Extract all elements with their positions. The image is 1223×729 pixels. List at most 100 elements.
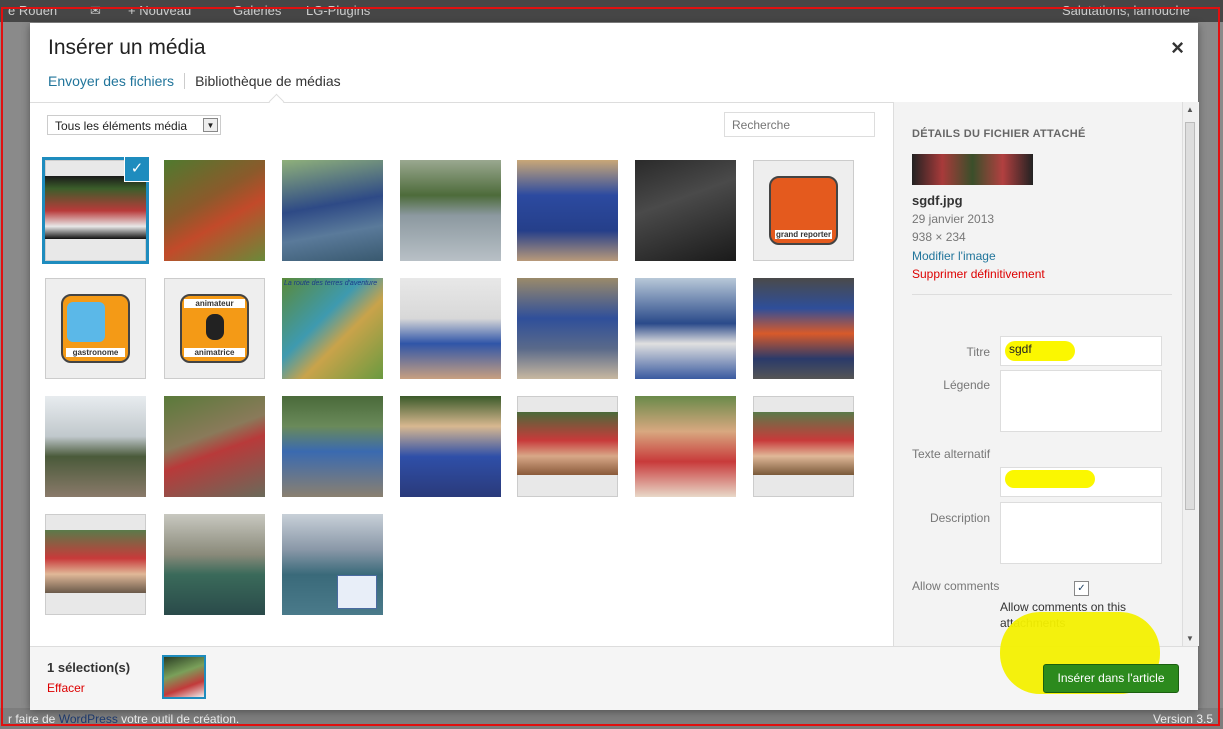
scroll-down-icon[interactable]: ▼ [1186,634,1194,643]
gastronome-icon-label: gastronome [66,348,125,357]
alt-highlight [1005,470,1095,488]
media-thumbnail[interactable] [635,396,736,497]
footer-suffix: votre outil de création. [117,712,240,726]
admin-footer: r faire de WordPress votre outil de créa… [0,708,1223,729]
media-thumbnail[interactable] [45,514,146,615]
title-value: sgdf [1009,342,1032,356]
galeries-menu[interactable]: Galeries [233,3,281,18]
comment-icon[interactable]: ✉ [90,3,101,19]
media-thumbnail[interactable] [282,160,383,261]
media-thumbnail[interactable] [753,396,854,497]
animatrice-icon-label: animatrice [184,348,245,357]
edit-image-link[interactable]: Modifier l'image [912,249,996,263]
reporter-icon-label: grand reporter [775,230,832,239]
reporter-icon: grand reporter [769,176,838,245]
scroll-up-icon[interactable]: ▲ [1186,105,1194,114]
media-thumbnail[interactable]: animateur animatrice [164,278,265,379]
site-name[interactable]: e Rouen [8,3,57,18]
user-greeting[interactable]: Salutations, lamouche [1062,3,1190,18]
attachment-dimensions: 938 × 234 [912,230,966,244]
media-thumbnail[interactable] [517,396,618,497]
wordpress-link[interactable]: WordPress [59,712,118,726]
media-thumbnail[interactable]: grand reporter [753,160,854,261]
thumbnail-image [400,396,501,497]
caption-label: Légende [943,378,990,392]
plugins-menu[interactable]: LG-Plugins [306,3,370,18]
media-thumbnail[interactable] [635,160,736,261]
new-menu[interactable]: + Nouveau [128,3,191,18]
animateur-icon: animateur animatrice [180,294,249,363]
description-label: Description [929,511,990,525]
thumbnail-image [400,278,501,379]
media-thumbnail[interactable] [753,278,854,379]
media-tabs: Envoyer des fichiers Bibliothèque de médi… [48,73,341,89]
details-scrollbar[interactable]: ▲ ▼ [1182,102,1198,646]
insert-into-post-button[interactable]: Insérer dans l'article [1043,664,1179,693]
chevron-down-icon[interactable]: ▼ [203,118,218,132]
figure-icon [206,314,224,340]
media-thumbnail[interactable]: La route des terres d'aventure [282,278,383,379]
media-filter-select[interactable]: Tous les éléments média ▼ [47,115,221,135]
thumbnail-image [400,160,501,261]
media-thumbnail[interactable] [282,396,383,497]
map-title: La route des terres d'aventure [284,280,378,287]
media-thumbnail[interactable] [400,160,501,261]
scrollbar-thumb[interactable] [1185,122,1195,510]
footer-prefix: r faire de [8,712,59,726]
admin-bar: e Rouen ✉ + Nouveau Galeries LG-Plugins … [0,0,1223,22]
gastronome-icon: gastronome [61,294,130,363]
checkmark-icon[interactable]: ✓ [124,156,150,182]
media-thumbnail[interactable] [635,278,736,379]
active-tab-caret [268,93,285,110]
thumbnail-image [164,396,265,497]
search-input[interactable] [724,112,875,137]
thumbnail-image [164,160,265,261]
title-label: Titre [966,345,990,359]
media-thumbnail[interactable] [517,160,618,261]
thumbnail-image [45,396,146,497]
thumbnail-image [517,412,618,475]
selected-thumbnail[interactable] [162,655,206,699]
thumbnail-image [635,160,736,261]
description-field[interactable] [1000,502,1162,564]
thumbnail-image [45,530,146,593]
media-thumbnail[interactable] [164,396,265,497]
thumbnail-image [282,396,383,497]
thumbnail-image [635,396,736,497]
media-thumbnail[interactable] [400,278,501,379]
media-thumbnail[interactable] [45,396,146,497]
media-thumbnail[interactable] [164,160,265,261]
close-icon[interactable]: × [1171,35,1184,61]
caption-field[interactable] [1000,370,1162,432]
selection-count: 1 sélection(s) [47,660,131,675]
thumbnail-image [635,278,736,379]
media-thumbnail[interactable] [282,514,383,615]
clear-selection-link[interactable]: Effacer [47,681,85,695]
version-label: Version 3.5 [1152,712,1213,726]
attachment-filename: sgdf.jpg [912,193,963,208]
media-thumbnail[interactable]: gastronome [45,278,146,379]
thumbnail-image [45,176,146,239]
attachment-preview [912,154,1033,185]
media-thumbnail[interactable] [517,278,618,379]
details-divider [912,294,1172,295]
insert-media-modal: Insérer un média × Envoyer des fichiers B… [30,23,1199,710]
allow-comments-checkbox[interactable]: ✓ [1074,581,1089,596]
media-thumbnail[interactable]: ✓ [42,156,150,264]
title-field[interactable]: sgdf [1000,336,1162,366]
delete-permanently-link[interactable]: Supprimer définitivement [912,267,1045,281]
tab-upload-files[interactable]: Envoyer des fichiers [48,73,186,89]
thumbnail-image [164,514,265,615]
thumbnail-image [753,412,854,475]
tab-media-library[interactable]: Bibliothèque de médias [185,73,341,89]
thumbnail-image [282,278,383,379]
chef-face-icon [67,302,105,342]
animateur-icon-label: animateur [184,299,245,308]
media-thumbnail[interactable] [400,396,501,497]
thumbnail-image [282,160,383,261]
media-thumbnail[interactable] [164,514,265,615]
attachment-date: 29 janvier 2013 [912,212,995,226]
alt-text-field[interactable] [1000,467,1162,497]
allow-comments-label: Allow comments [912,579,1000,593]
alt-text-label: Texte alternatif [912,447,991,461]
